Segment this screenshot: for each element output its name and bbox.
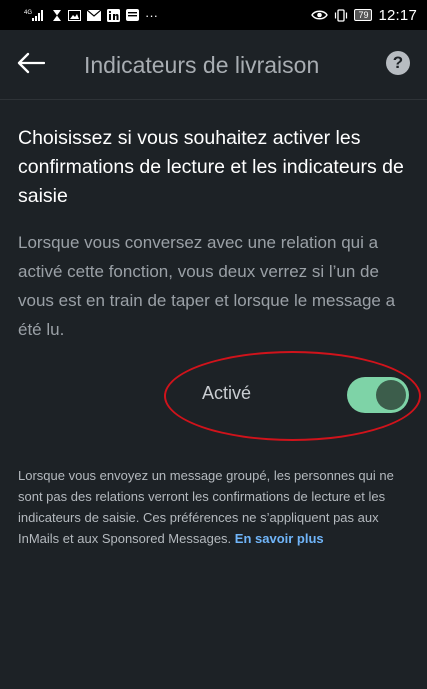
read-receipts-toggle-row[interactable]: Activé — [0, 370, 427, 422]
linkedin-icon — [107, 8, 120, 22]
footnote: Lorsque vous envoyez un message groupé, … — [18, 465, 413, 549]
svg-text:4G: 4G — [24, 10, 32, 16]
app-icon — [126, 8, 139, 22]
vibrate-icon — [334, 8, 348, 22]
app-bar: Indicateurs de livraison — [0, 30, 427, 100]
signal-icon: 4G — [24, 8, 46, 22]
back-button[interactable] — [16, 50, 46, 80]
status-more-dots: ··· — [145, 7, 158, 23]
battery-indicator: 79 — [354, 9, 373, 21]
footnote-text: Lorsque vous envoyez un message groupé, … — [18, 468, 394, 546]
status-left: 4G ··· — [24, 8, 158, 23]
photo-icon — [68, 8, 81, 22]
page-title: Indicateurs de livraison — [84, 52, 320, 78]
clock: 12:17 — [378, 6, 417, 24]
section-description: Lorsque vous conversez avec une relation… — [18, 233, 396, 339]
status-bar: 4G ··· 79 12:17 — [0, 0, 427, 30]
learn-more-link[interactable]: En savoir plus — [235, 531, 324, 546]
eye-icon — [311, 8, 329, 22]
status-right: 79 12:17 — [311, 7, 417, 24]
mail-icon — [87, 8, 101, 22]
arrow-left-icon — [17, 52, 46, 79]
hourglass-icon — [52, 8, 62, 22]
read-receipts-toggle[interactable] — [347, 377, 409, 413]
question-mark-icon: ? — [392, 53, 404, 72]
toggle-label: Activé — [202, 383, 252, 403]
section-heading: Choisissez si vous souhaitez activer les… — [18, 127, 404, 207]
toggle-knob — [376, 380, 406, 410]
help-button[interactable]: ? — [386, 51, 410, 75]
